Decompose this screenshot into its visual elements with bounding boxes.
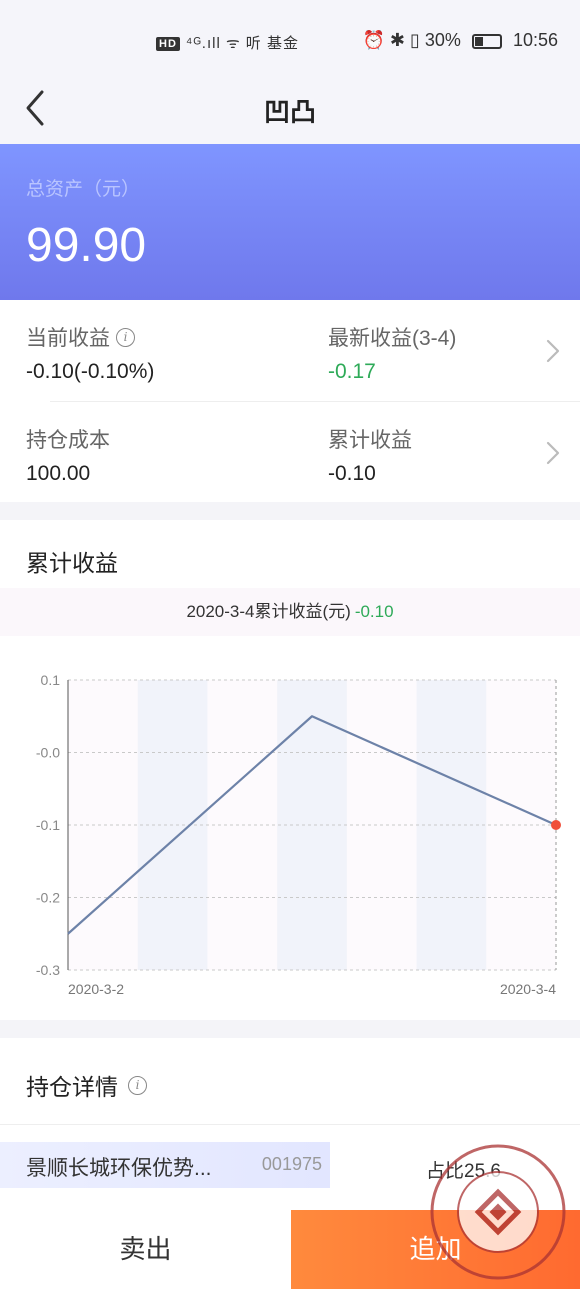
plot-band — [416, 680, 487, 970]
divider — [0, 1124, 580, 1125]
cumulative-income-chart-card: 累计收益 2020-3-4累计收益(元) -0.10 0.1 -0.0 -0.1 -0.… — [0, 520, 580, 1020]
cumulative-income-value: -0.10 — [328, 462, 376, 485]
plot-band — [277, 680, 347, 970]
status-left: HD ⁴ᴳ.ıll ᯤ 听 基金 — [156, 32, 299, 53]
sell-button[interactable]: 卖出 — [0, 1210, 291, 1289]
status-bar: HD ⁴ᴳ.ıll ᯤ 听 基金 ⏰ ✱ ▯ 30% 10:56 — [0, 0, 580, 84]
latest-income[interactable]: 最新收益(3-4) -0.17 — [328, 322, 456, 384]
page-title: 凹凸 — [263, 97, 316, 127]
current-income-label: 当前收益 — [26, 327, 110, 350]
total-assets-label: 总资产（元） — [26, 179, 141, 200]
info-icon[interactable]: i — [128, 1075, 147, 1095]
info-icon[interactable]: i — [116, 327, 135, 347]
nav-bar: 凹凸 — [0, 84, 580, 144]
holding-cost: 持仓成本 100.00 — [26, 424, 110, 486]
cumulative-income-line-chart[interactable]: 0.1 -0.0 -0.1 -0.2 -0.3 2020-3-2 2020-3-4 — [0, 640, 580, 1020]
chart-section-title: 累计收益 — [26, 550, 118, 576]
current-income-value: -0.10(-0.10%) — [26, 360, 155, 383]
chart-subtitle-value: -0.10 — [354, 602, 394, 621]
total-assets-panel: 总资产（元） 99.90 — [0, 144, 580, 300]
latest-income-label: 最新收益(3-4) — [328, 327, 457, 350]
y-tick-label: -0.1 — [36, 817, 60, 833]
latest-income-value: -0.17 — [328, 360, 376, 383]
x-tick-label: 2020-3-2 — [68, 981, 124, 997]
total-assets-value: 99.90 — [26, 219, 147, 272]
y-tick-label: -0.0 — [36, 745, 60, 761]
status-right: ⏰ ✱ ▯ 30% 10:56 — [362, 30, 558, 51]
income-metrics: 当前收益 i -0.10(-0.10%) 最新收益(3-4) -0.17 持仓成… — [0, 300, 580, 502]
fund-name: 景顺长城环保优势... — [26, 1157, 212, 1180]
chevron-right-icon[interactable] — [542, 438, 564, 468]
watermark-logo — [430, 1144, 566, 1280]
holding-cost-value: 100.00 — [26, 462, 91, 485]
x-tick-label: 2020-3-4 — [500, 981, 556, 997]
clock-time: 10:56 — [512, 30, 558, 50]
battery-percent: 30% — [424, 30, 461, 50]
chart-subtitle-label: 2020-3-4累计收益(元) — [186, 602, 351, 621]
y-tick-label: -0.2 — [36, 890, 60, 906]
holding-cost-label: 持仓成本 — [26, 429, 110, 452]
battery-icon — [471, 33, 502, 49]
chevron-right-icon[interactable] — [542, 336, 564, 366]
status-icons: ⏰ ✱ ▯ — [362, 30, 420, 50]
current-income: 当前收益 i -0.10(-0.10%) — [26, 322, 154, 384]
divider — [50, 401, 580, 402]
y-tick-label: 0.1 — [41, 672, 61, 688]
y-tick-label: -0.3 — [36, 962, 60, 978]
hd-badge: HD — [156, 37, 180, 52]
chart-subtitle: 2020-3-4累计收益(元) -0.10 — [0, 588, 580, 636]
fund-row[interactable]: 景顺长城环保优势... 001975 — [0, 1142, 330, 1188]
latest-point-marker — [551, 820, 561, 830]
cumulative-income-label: 累计收益 — [328, 429, 412, 452]
holdings-title: 持仓详情 — [26, 1074, 118, 1100]
network-signal-icons: ⁴ᴳ.ıll ᯤ 听 基金 — [185, 35, 299, 52]
cumulative-income[interactable]: 累计收益 -0.10 — [328, 424, 412, 486]
fund-code: 001975 — [261, 1154, 322, 1174]
